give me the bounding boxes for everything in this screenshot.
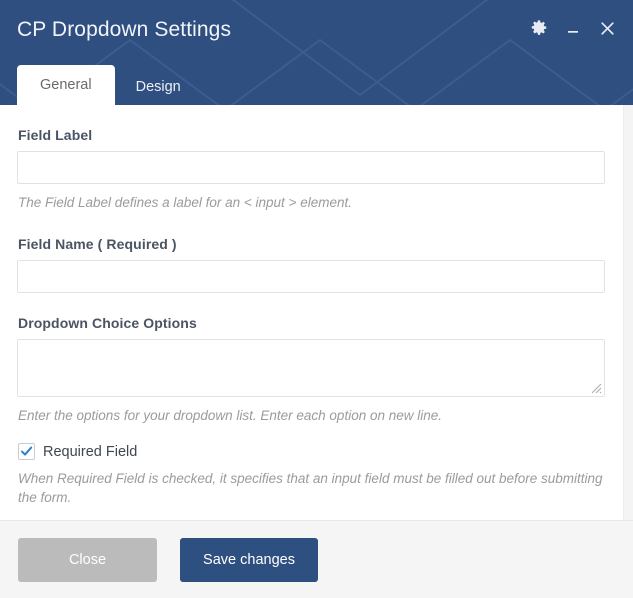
- window-header: CP Dropdown Settings General Design: [0, 0, 633, 105]
- field-name-input[interactable]: [17, 260, 605, 294]
- field-label-input[interactable]: [17, 151, 605, 184]
- cp-dropdown-settings-window: CP Dropdown Settings General Design Fiel…: [0, 0, 633, 598]
- tab-general[interactable]: General: [17, 64, 115, 105]
- tab-design[interactable]: Design: [115, 69, 202, 106]
- window-controls: [529, 18, 617, 38]
- close-window-button[interactable]: [597, 18, 617, 38]
- gear-icon: [531, 20, 547, 35]
- field-name-group: Field Name ( Required ): [17, 236, 605, 294]
- dropdown-options-helper: Enter the options for your dropdown list…: [18, 408, 443, 424]
- dropdown-options-textarea[interactable]: [17, 339, 605, 398]
- settings-content: Field Label The Field Label defines a la…: [0, 105, 633, 520]
- required-field-checkbox[interactable]: [18, 443, 35, 461]
- field-label-helper: The Field Label defines a label for an <…: [18, 195, 352, 210]
- save-changes-button[interactable]: Save changes: [180, 537, 318, 582]
- minimize-button[interactable]: [563, 18, 583, 38]
- required-field-group: Required Field When Required Field is ch…: [17, 443, 605, 507]
- dropdown-options-textarea-wrap: [17, 339, 605, 398]
- close-icon: [600, 21, 614, 35]
- vertical-scrollbar[interactable]: [623, 105, 633, 520]
- minimize-icon: [568, 31, 578, 33]
- required-field-label[interactable]: Required Field: [43, 445, 137, 460]
- dropdown-options-group: Dropdown Choice Options Enter the option…: [17, 315, 605, 425]
- tab-bar: General Design: [0, 56, 633, 105]
- field-name-caption: Field Name ( Required ): [18, 236, 177, 253]
- required-field-helper: When Required Field is checked, it speci…: [18, 471, 603, 506]
- field-label-caption: Field Label: [18, 127, 93, 143]
- general-tab-panel: Field Label The Field Label defines a la…: [0, 105, 623, 520]
- field-label-group: Field Label The Field Label defines a la…: [17, 127, 605, 212]
- checkmark-icon: [21, 446, 33, 456]
- dialog-footer: Close Save changes: [0, 520, 633, 598]
- settings-gear-button[interactable]: [529, 18, 549, 38]
- required-field-row[interactable]: Required Field: [18, 443, 605, 461]
- dropdown-options-caption: Dropdown Choice Options: [18, 315, 197, 332]
- title-bar: CP Dropdown Settings: [0, 0, 633, 56]
- page-title: CP Dropdown Settings: [17, 17, 232, 41]
- close-button[interactable]: Close: [18, 537, 157, 582]
